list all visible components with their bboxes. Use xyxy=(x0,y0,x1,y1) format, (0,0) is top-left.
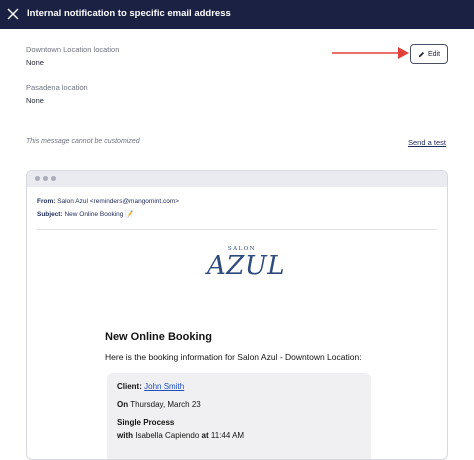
email-preview: From: Salon Azul <reminders@mangomint.co… xyxy=(26,170,448,460)
booking-time: 11:44 AM xyxy=(210,431,245,440)
client-line: Client: John Smith xyxy=(117,382,185,391)
downtown-location-label: Downtown Location location xyxy=(26,45,120,54)
email-intro: Here is the booking information for Salo… xyxy=(105,352,362,362)
pasadena-location-value: None xyxy=(26,96,44,105)
not-customizable-note: This message cannot be customized xyxy=(26,138,140,145)
booking-details: Client: John Smith On Thursday, March 23… xyxy=(107,373,371,459)
email-heading: New Online Booking xyxy=(105,331,212,343)
edit-button[interactable]: Edit xyxy=(410,44,448,64)
client-name-link[interactable]: John Smith xyxy=(144,382,184,391)
from-label: From: xyxy=(37,198,56,205)
email-subject: Subject: New Online Booking 📝 xyxy=(37,210,133,218)
from-value: Salon Azul <reminders@mangomint.com> xyxy=(57,198,180,205)
service-name: Single Process xyxy=(117,418,175,427)
downtown-location-value: None xyxy=(26,58,44,67)
email-from: From: Salon Azul <reminders@mangomint.co… xyxy=(37,198,179,205)
window-dot xyxy=(51,176,56,181)
modal-title: Internal notification to specific email … xyxy=(27,8,231,19)
pencil-icon xyxy=(418,51,425,57)
salon-azul-logo: SALON AZUL xyxy=(207,246,286,281)
window-dot xyxy=(35,176,40,181)
staff-name: Isabella Capiendo xyxy=(135,431,200,440)
window-dot xyxy=(43,176,48,181)
close-icon[interactable] xyxy=(6,7,20,21)
annotation-arrow xyxy=(332,47,409,59)
service-line: Single Process xyxy=(117,418,174,427)
date-line: On Thursday, March 23 xyxy=(117,400,201,409)
edit-button-label: Edit xyxy=(427,50,441,58)
pasadena-location-label: Pasadena location xyxy=(26,83,88,92)
modal-header: Internal notification to specific email … xyxy=(0,0,474,29)
divider xyxy=(37,229,437,230)
booking-date: Thursday, March 23 xyxy=(130,400,201,409)
subject-value: New Online Booking 📝 xyxy=(64,211,134,218)
staff-line: with Isabella Capiendo at 11:44 AM xyxy=(117,431,245,440)
preview-window-bar xyxy=(27,171,447,187)
send-test-link[interactable]: Send a test xyxy=(408,138,446,147)
subject-label: Subject: xyxy=(37,211,63,218)
